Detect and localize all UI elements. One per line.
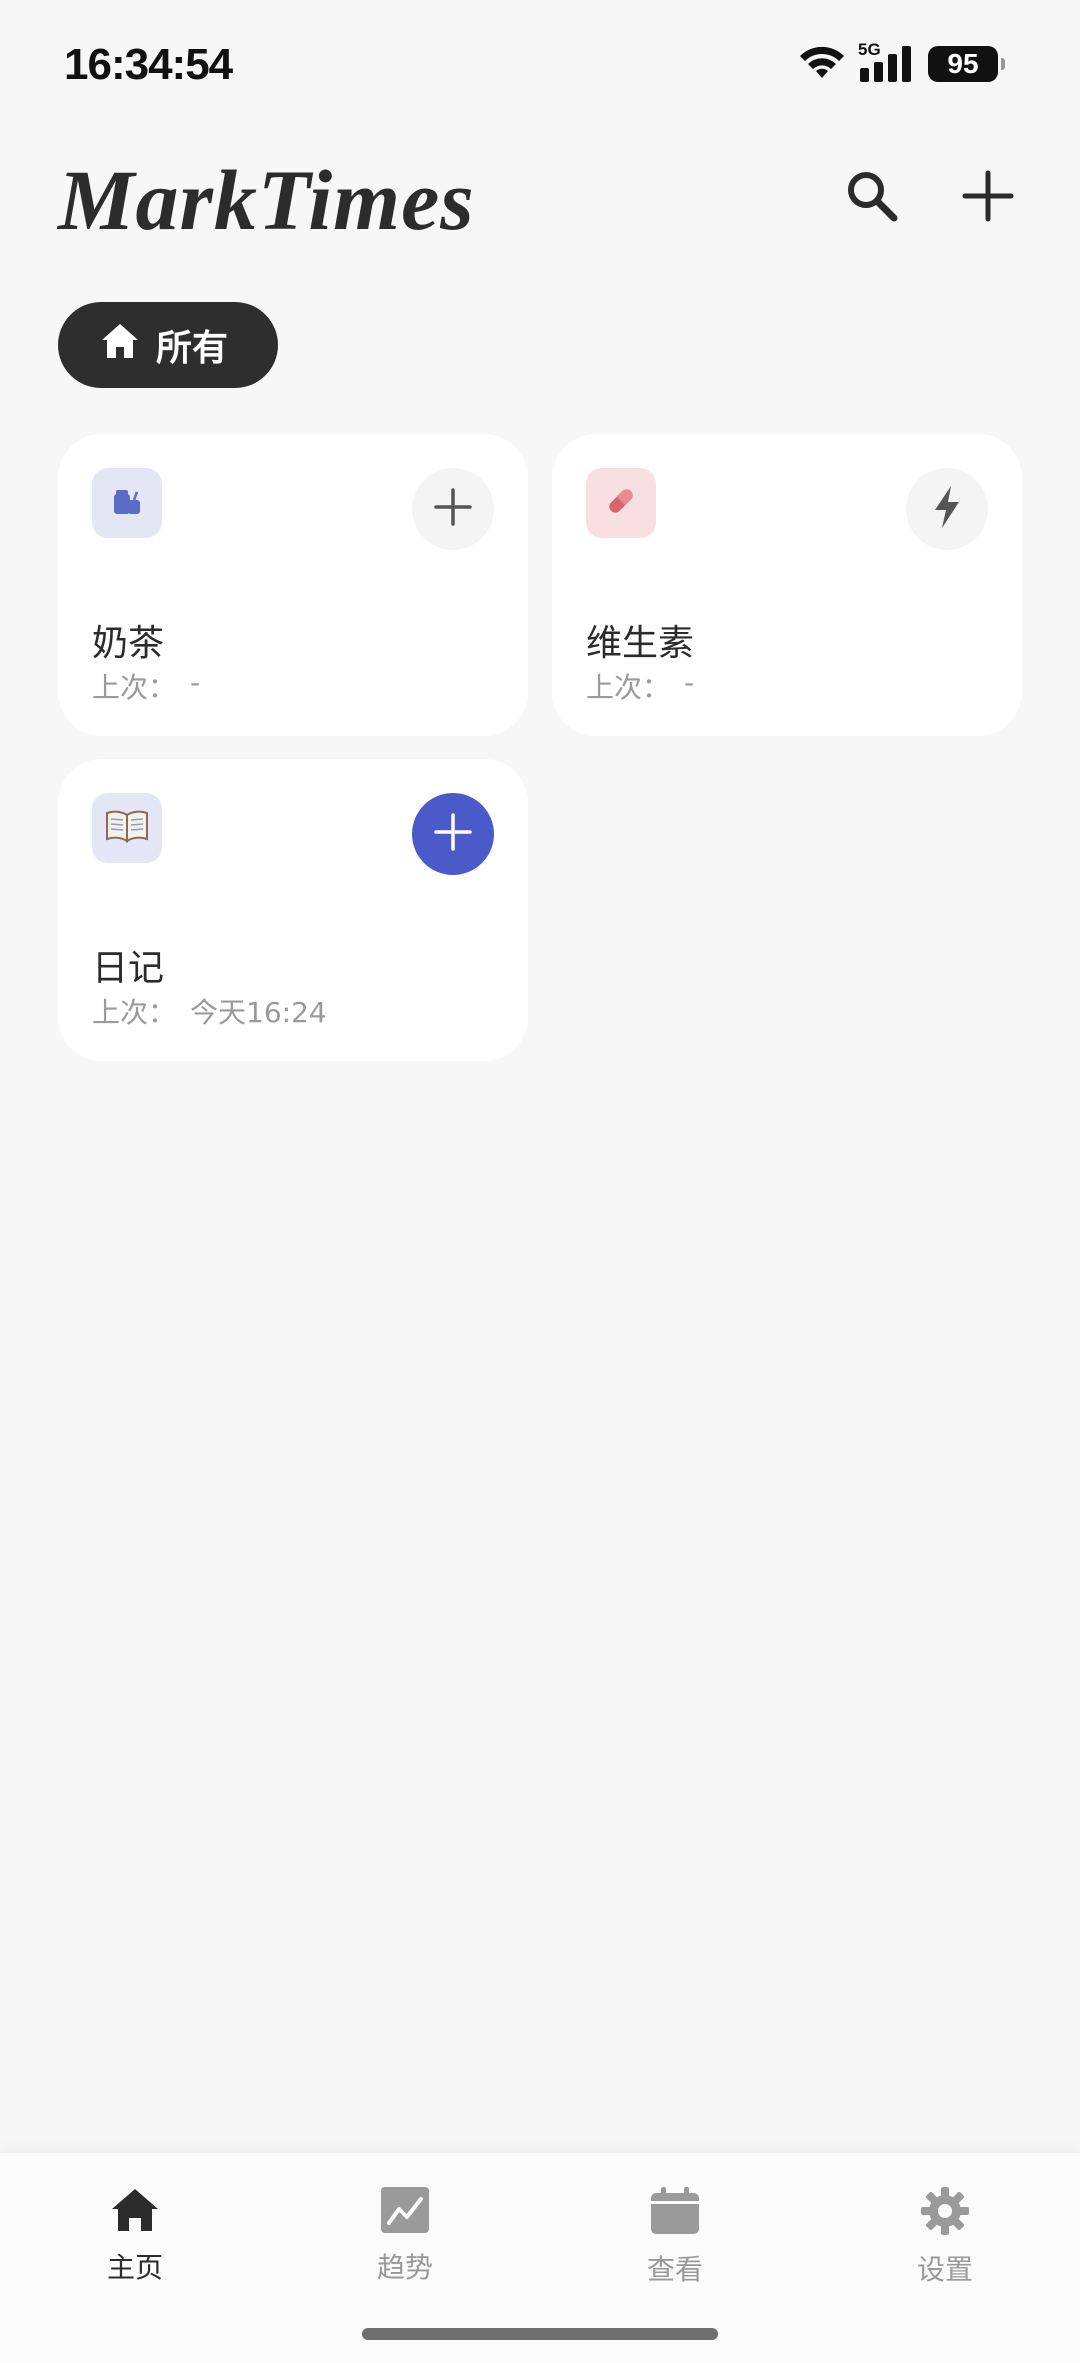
milk-tea-icon: [110, 484, 144, 522]
last-time-value: 今天16:24: [190, 996, 327, 1029]
last-time-value: -: [684, 666, 695, 699]
nav-item-view[interactable]: 查看: [605, 2187, 745, 2288]
home-icon: [110, 2187, 160, 2240]
record-button[interactable]: [412, 468, 494, 550]
plus-icon: [433, 812, 473, 856]
plus-icon: [961, 169, 1015, 227]
nav-item-home[interactable]: 主页: [65, 2187, 205, 2286]
nav-item-settings[interactable]: 设置: [875, 2187, 1015, 2288]
home-indicator[interactable]: [362, 2328, 718, 2340]
card-icon-container: [92, 793, 162, 863]
app-screen: 16:34:54 5G 95 MarkTimes 所有 奶茶 上次： - 维生素…: [0, 0, 1080, 2363]
filter-chip-label: 所有: [156, 328, 229, 369]
tracker-card[interactable]: 奶茶 上次： -: [58, 434, 528, 736]
quick-record-button[interactable]: [906, 468, 988, 550]
calendar-icon: [650, 2187, 700, 2242]
nav-label: 主页: [106, 2251, 163, 2284]
add-item-button[interactable]: [950, 160, 1026, 236]
app-title: MarkTimes: [58, 152, 475, 248]
last-time-label: 上次：: [586, 671, 671, 704]
search-button[interactable]: [834, 160, 910, 236]
tracker-card[interactable]: 维生素 上次： -: [552, 434, 1022, 736]
tracker-card[interactable]: 日记 上次： 今天16:24: [58, 759, 528, 1061]
gear-icon: [921, 2187, 969, 2242]
search-icon: [844, 168, 900, 228]
status-bar: 16:34:54 5G 95: [0, 0, 1080, 130]
card-last-time: 上次： 今天16:24: [92, 991, 327, 1031]
card-title: 日记: [92, 948, 165, 989]
plus-icon: [433, 487, 473, 531]
status-icons: 5G 95: [798, 40, 1005, 84]
filter-chip-all[interactable]: 所有: [58, 302, 278, 388]
last-time-label: 上次：: [92, 996, 177, 1029]
book-icon: [105, 809, 149, 847]
card-last-time: 上次： -: [586, 666, 694, 706]
wifi-icon: [798, 44, 846, 84]
card-title: 维生素: [586, 623, 695, 664]
trend-chart-icon: [381, 2187, 429, 2240]
nav-label: 设置: [916, 2253, 973, 2286]
card-icon-container: [92, 468, 162, 538]
nav-item-trend[interactable]: 趋势: [335, 2187, 475, 2286]
nav-label: 查看: [646, 2253, 703, 2286]
battery-indicator: 95: [928, 46, 1005, 82]
home-icon: [100, 322, 140, 369]
nav-label: 趋势: [376, 2251, 433, 2284]
card-title: 奶茶: [92, 623, 165, 664]
cellular-signal-icon: 5G: [858, 40, 916, 84]
pill-icon: [603, 483, 639, 523]
last-time-label: 上次：: [92, 671, 177, 704]
card-last-time: 上次： -: [92, 666, 200, 706]
last-time-value: -: [190, 666, 201, 699]
lightning-icon: [929, 484, 965, 534]
card-icon-container: [586, 468, 656, 538]
status-time: 16:34:54: [64, 40, 233, 89]
record-button[interactable]: [412, 793, 494, 875]
